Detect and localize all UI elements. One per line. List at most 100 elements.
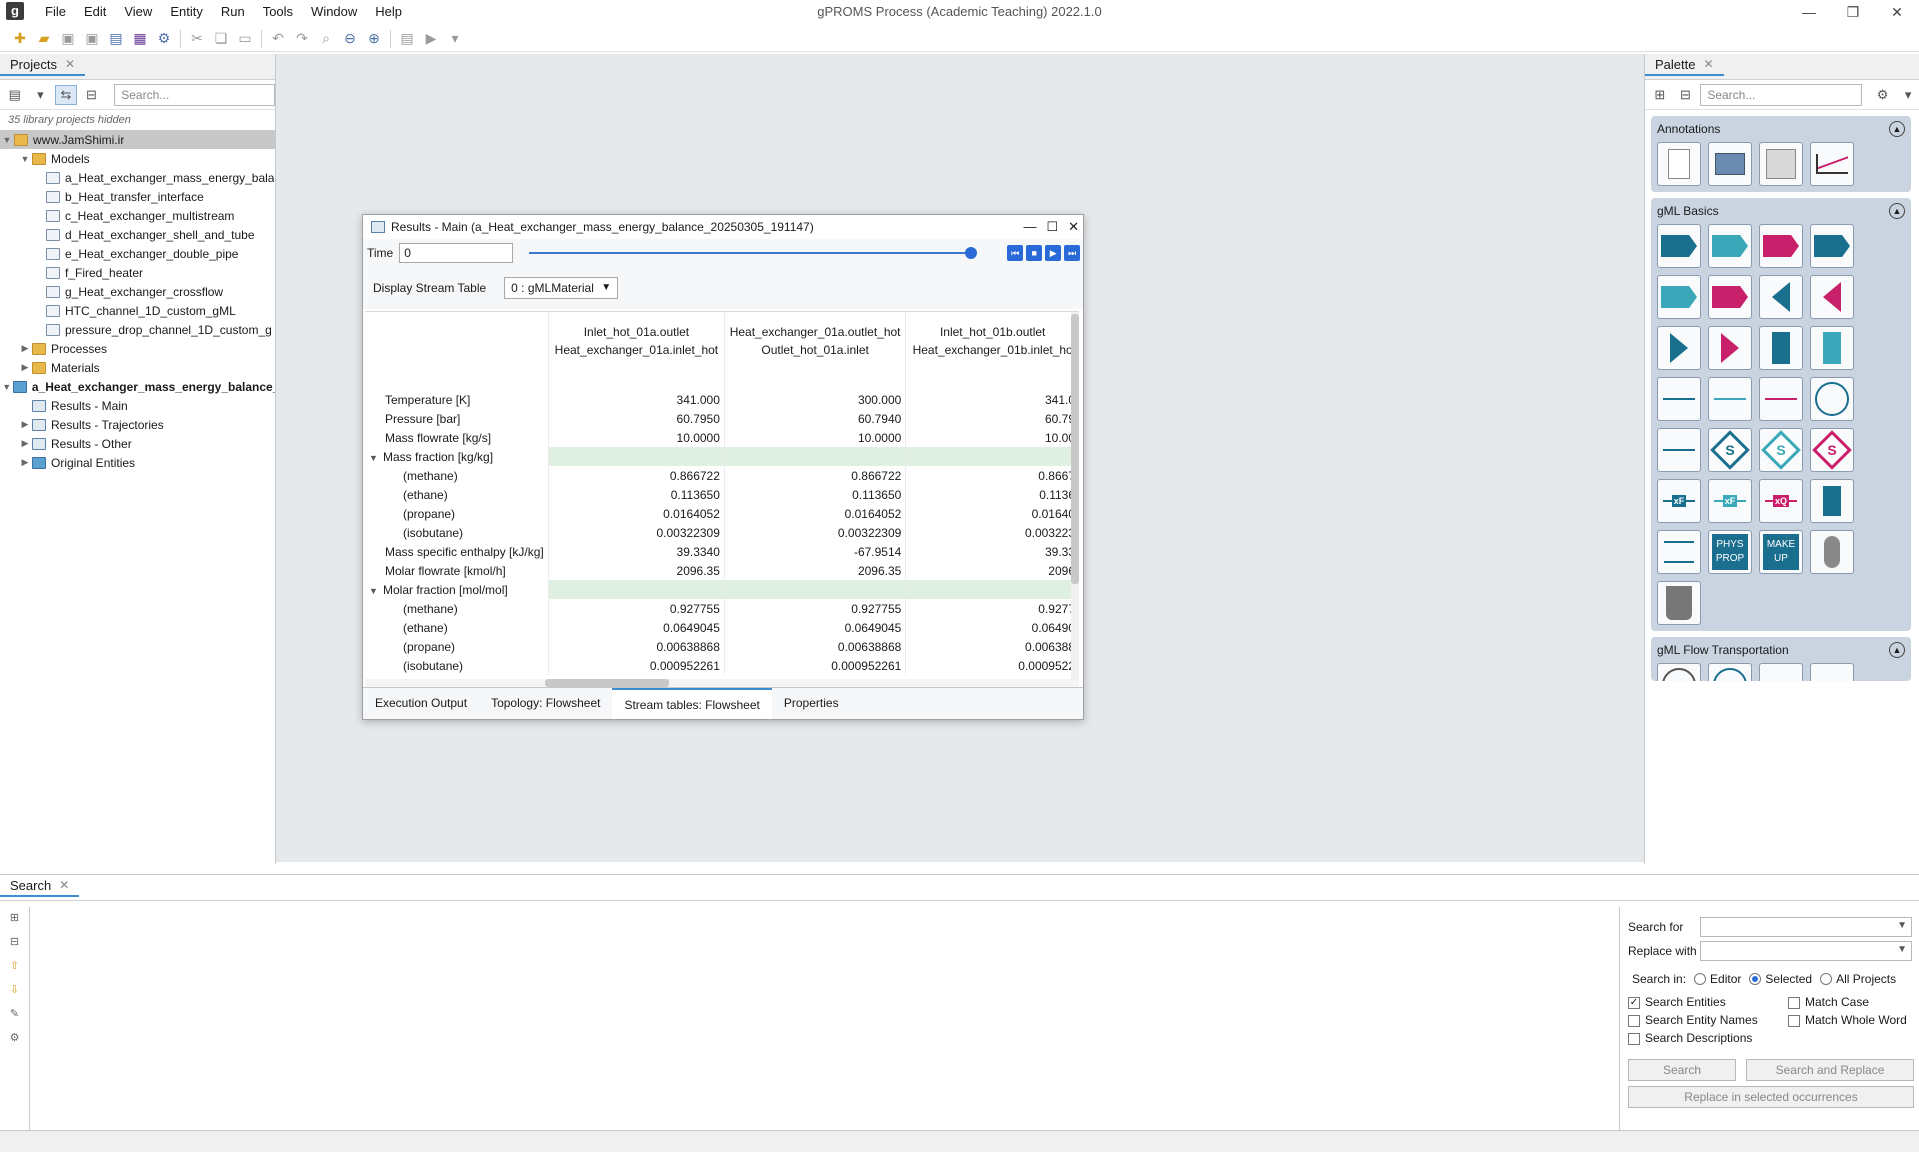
- search-settings-icon[interactable]: ⚙: [7, 1031, 23, 1047]
- tab-palette[interactable]: Palette ✕: [1645, 54, 1724, 76]
- collapse-icon[interactable]: ▲: [1889, 642, 1905, 658]
- clear-icon[interactable]: ✎: [7, 1007, 23, 1023]
- sink-info-icon[interactable]: [1708, 275, 1752, 319]
- outlet-port-icon[interactable]: [1657, 326, 1701, 370]
- stream-table-select[interactable]: 0 : gMLMaterial ▼: [504, 277, 619, 299]
- table-row[interactable]: (isobutane) 0.00322309 0.00322309 0.003223: [365, 523, 1079, 542]
- next-arrow-icon[interactable]: ⇩: [7, 983, 23, 999]
- collapse-all-icon[interactable]: ⊟: [7, 935, 23, 951]
- tree-model-item[interactable]: f_Fired_heater: [0, 263, 275, 282]
- collapse-icon[interactable]: ▲: [1889, 203, 1905, 219]
- forward-icon[interactable]: ⊕: [362, 28, 386, 50]
- column-header[interactable]: Inlet_hot_01b.outlet Heat_exchanger_01b.i…: [905, 312, 1079, 370]
- replace-with-input[interactable]: ▼: [1700, 941, 1912, 961]
- menu-window[interactable]: Window: [302, 0, 366, 24]
- connection-signal-icon[interactable]: [1657, 428, 1701, 472]
- rewind-icon[interactable]: ⏮: [1007, 245, 1024, 261]
- tree-model-item[interactable]: b_Heat_transfer_interface: [0, 187, 275, 206]
- tab-topology-flowsheet[interactable]: Topology: Flowsheet: [479, 688, 612, 719]
- source-energy-icon[interactable]: [1708, 224, 1752, 268]
- paste-icon[interactable]: ▭: [233, 28, 257, 50]
- search-for-input[interactable]: ▼: [1700, 917, 1912, 937]
- stop-icon[interactable]: ■: [1026, 245, 1043, 261]
- text-annotation-icon[interactable]: [1657, 142, 1701, 186]
- tree-result-other[interactable]: ▶ Results - Other: [0, 434, 275, 453]
- checkbox-icon[interactable]: [1628, 1032, 1640, 1045]
- search-entities-option[interactable]: ✓ Search Entities: [1628, 995, 1788, 1009]
- close-icon[interactable]: ✕: [1703, 57, 1713, 71]
- tab-properties[interactable]: Properties: [772, 688, 851, 719]
- match-case-option[interactable]: Match Case: [1788, 995, 1916, 1009]
- restore-button[interactable]: ❐: [1831, 0, 1875, 24]
- tree-folder-materials[interactable]: ▶ Materials: [0, 358, 275, 377]
- outlet-info-port-icon[interactable]: [1708, 326, 1752, 370]
- collapse-arrow-icon[interactable]: ▼: [369, 453, 383, 463]
- build-icon[interactable]: ▤: [395, 28, 419, 50]
- menu-view[interactable]: View: [115, 0, 161, 24]
- table-row[interactable]: Pressure [bar] 60.7950 60.7940 60.79: [365, 409, 1079, 428]
- checkbox-icon[interactable]: [1628, 1014, 1640, 1027]
- palette-settings-icon[interactable]: ⚙: [1872, 85, 1894, 105]
- cut-icon[interactable]: ✂: [185, 28, 209, 50]
- menu-run[interactable]: Run: [212, 0, 254, 24]
- expand-all-icon[interactable]: ⊞: [1649, 85, 1671, 105]
- new-project-icon[interactable]: ✚: [8, 28, 32, 50]
- previous-arrow-icon[interactable]: ⇧: [7, 959, 23, 975]
- time-input[interactable]: 0: [399, 243, 514, 263]
- pump-icon[interactable]: [1708, 663, 1752, 681]
- palette-search-input[interactable]: Search...: [1700, 83, 1862, 106]
- sink-energy-icon[interactable]: [1657, 275, 1701, 319]
- column-header[interactable]: Inlet_hot_01a.outlet Heat_exchanger_01a.i…: [547, 312, 725, 370]
- dropdown-icon[interactable]: ▾: [1897, 85, 1919, 105]
- tab-stream-tables-flowsheet[interactable]: Stream tables: Flowsheet: [612, 688, 772, 719]
- vessel-icon[interactable]: [1810, 530, 1854, 574]
- section-header[interactable]: gML Basics ▲: [1651, 198, 1911, 224]
- source-info-icon[interactable]: [1759, 224, 1803, 268]
- table-row[interactable]: Temperature [K] 341.000 300.000 341.0: [365, 390, 1079, 409]
- sink-material-icon[interactable]: [1810, 224, 1854, 268]
- table-row[interactable]: (propane) 0.00638868 0.00638868 0.006388: [365, 637, 1079, 656]
- projects-search-input[interactable]: Search...: [114, 83, 275, 106]
- tree-model-item[interactable]: pressure_drop_channel_1D_custom_g: [0, 320, 275, 339]
- checkbox-icon[interactable]: [1788, 1014, 1800, 1027]
- collapse-arrow-icon[interactable]: ▼: [369, 586, 383, 596]
- horizontal-scrollbar[interactable]: [365, 679, 1079, 687]
- valve-flow-icon[interactable]: [1759, 663, 1803, 681]
- tree-model-item[interactable]: g_Heat_exchanger_crossflow: [0, 282, 275, 301]
- splitter-info-icon[interactable]: S: [1810, 428, 1854, 472]
- expand-all-icon[interactable]: ⊞: [7, 911, 23, 927]
- boundary-energy-icon[interactable]: [1810, 326, 1854, 370]
- tree-model-item[interactable]: a_Heat_exchanger_mass_energy_bala: [0, 168, 275, 187]
- run-dropdown-icon[interactable]: ▾: [443, 28, 467, 50]
- tree-model-item[interactable]: d_Heat_exchanger_shell_and_tube: [0, 225, 275, 244]
- close-icon[interactable]: ✕: [59, 878, 69, 892]
- tree-project-root[interactable]: ▼ www.JamShimi.ir: [0, 130, 275, 149]
- find-icon[interactable]: ⌕: [314, 28, 338, 50]
- maximize-icon[interactable]: ☐: [1046, 219, 1058, 235]
- controller-icon[interactable]: [1657, 530, 1701, 574]
- match-whole-word-option[interactable]: Match Whole Word: [1788, 1013, 1916, 1027]
- radio-all-projects[interactable]: [1820, 973, 1833, 985]
- collapse-all-icon[interactable]: ⊟: [81, 85, 103, 105]
- chevron-down-icon[interactable]: ▼: [1897, 944, 1907, 955]
- chevron-down-icon[interactable]: ▼: [1897, 920, 1907, 931]
- back-icon[interactable]: ⊖: [338, 28, 362, 50]
- compressor-icon[interactable]: [1657, 663, 1701, 681]
- tree-result-trajectories[interactable]: ▶ Results - Trajectories: [0, 415, 275, 434]
- save-as-icon[interactable]: ▤: [104, 28, 128, 50]
- boundary-material-icon[interactable]: [1759, 326, 1803, 370]
- menu-entity[interactable]: Entity: [161, 0, 212, 24]
- close-icon[interactable]: ✕: [65, 57, 75, 71]
- play-icon[interactable]: ▶: [1045, 245, 1062, 261]
- menu-file[interactable]: File: [36, 0, 75, 24]
- tree-model-item[interactable]: HTC_channel_1D_custom_gML: [0, 301, 275, 320]
- valve-flow-alt-icon[interactable]: [1810, 663, 1854, 681]
- dropdown-icon[interactable]: ▾: [30, 85, 52, 105]
- section-header[interactable]: gML Flow Transportation ▲: [1651, 637, 1911, 663]
- inlet-info-port-icon[interactable]: [1810, 275, 1854, 319]
- undo-icon[interactable]: ↶: [266, 28, 290, 50]
- table-annotation-icon[interactable]: [1759, 142, 1803, 186]
- expand-arrow-icon[interactable]: ▶: [18, 457, 32, 468]
- collapse-icon[interactable]: ▲: [1889, 121, 1905, 137]
- table-row[interactable]: (methane) 0.927755 0.927755 0.9277: [365, 599, 1079, 618]
